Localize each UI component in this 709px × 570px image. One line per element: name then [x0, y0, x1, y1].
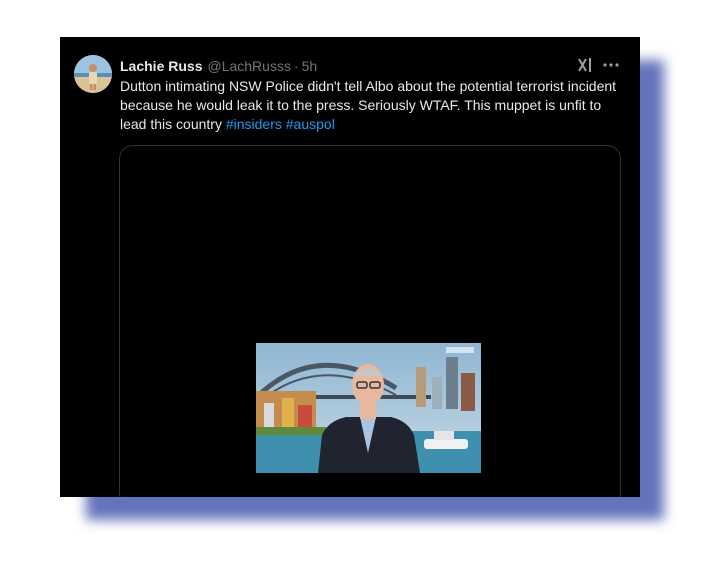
- timestamp[interactable]: 5h: [302, 58, 318, 74]
- video-frame[interactable]: [256, 343, 481, 473]
- author-name[interactable]: Lachie Russ: [120, 58, 202, 74]
- separator: ·: [293, 58, 299, 74]
- avatar[interactable]: [74, 55, 112, 93]
- tweet-card[interactable]: Lachie Russ @LachRusss · 5h Dutton intim…: [60, 37, 640, 497]
- more-icon[interactable]: [602, 56, 620, 74]
- tweet-body: Dutton intimating NSW Police didn't tell…: [120, 78, 617, 132]
- tweet-header: Lachie Russ @LachRusss · 5h: [120, 56, 620, 76]
- hashtag-auspol[interactable]: #auspol: [286, 116, 335, 132]
- tweet-text: Dutton intimating NSW Police didn't tell…: [120, 77, 620, 134]
- grok-icon[interactable]: [576, 56, 594, 74]
- author-handle[interactable]: @LachRusss: [207, 58, 290, 74]
- hashtag-insiders[interactable]: #insiders: [226, 116, 282, 132]
